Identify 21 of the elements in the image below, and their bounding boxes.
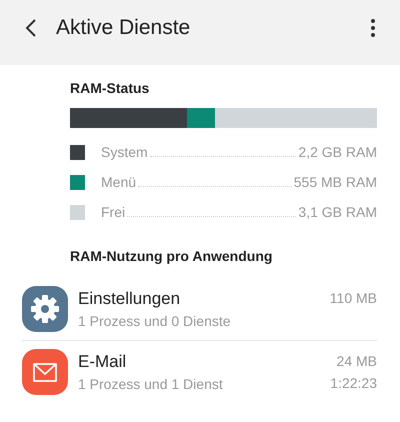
chevron-left-icon [25, 18, 37, 36]
mail-icon [22, 349, 68, 395]
page-title: Aktive Dienste [56, 16, 192, 40]
section-heading: RAM-Nutzung pro Anwendung [70, 248, 274, 264]
legend-label: Menü [101, 174, 136, 190]
legend-value: 2,2 GB RAM [298, 144, 377, 160]
more-options-button[interactable] [368, 16, 378, 38]
app-memory: 24 MB [336, 353, 377, 369]
more-icon [371, 18, 375, 36]
legend-label: Frei [101, 204, 126, 220]
app-detail: 1 Prozess und 0 Dienste [78, 313, 232, 329]
app-runtime: 1:22:23 [330, 375, 377, 391]
legend-value: 3,1 GB RAM [298, 204, 377, 220]
app-memory: 110 MB [330, 290, 377, 306]
app-name: E-Mail [78, 352, 128, 372]
section-heading: RAM-Status [70, 80, 150, 96]
app-name: Einstellungen [78, 289, 182, 309]
gear-icon [22, 286, 68, 332]
legend-value: 555 MB RAM [294, 174, 377, 190]
app-detail: 1 Prozess und 1 Dienst [78, 376, 224, 392]
legend-label: System [101, 144, 148, 160]
